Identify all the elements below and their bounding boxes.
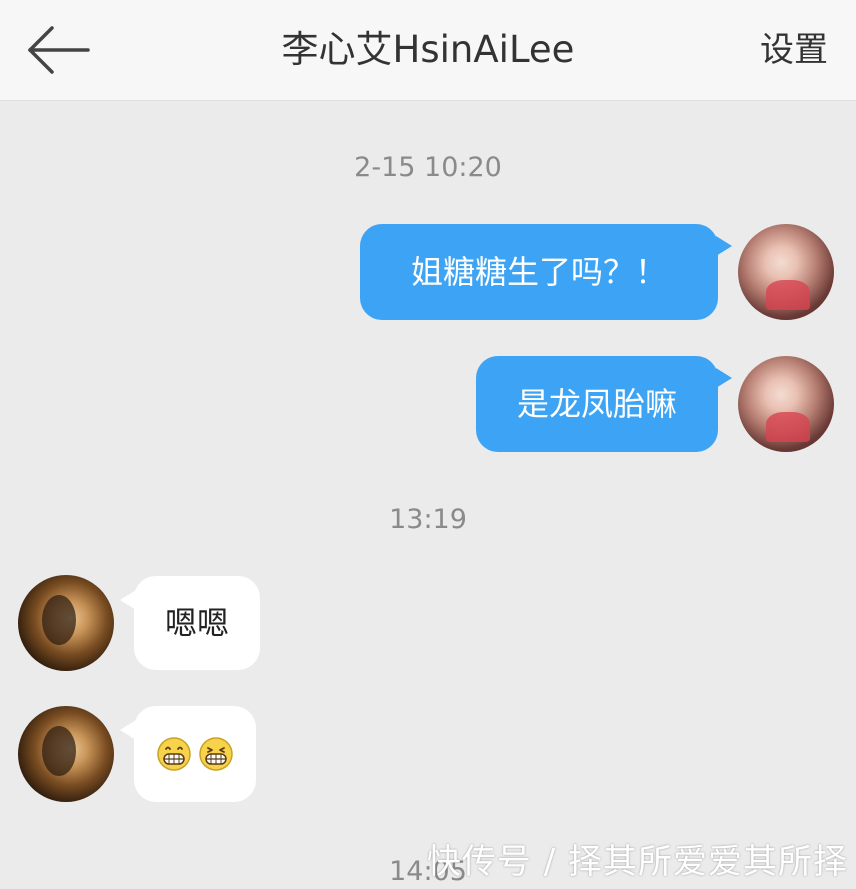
chat-title: 李心艾HsinAiLee (281, 28, 575, 71)
incoming-emoji-bubble[interactable] (120, 706, 256, 802)
message-text: 姐糖糖生了吗？！ (410, 253, 667, 291)
contact-avatar[interactable] (18, 575, 114, 671)
timestamp: 2-15 10:20 (354, 152, 502, 183)
timestamp: 13:19 (389, 504, 467, 535)
contact-avatar[interactable] (18, 706, 114, 802)
message-text: 是龙凤胎嘛 (516, 385, 677, 423)
watermark-text: 快传号 / 择其所爱爱其所择 (426, 842, 848, 882)
outgoing-message-bubble[interactable]: 姐糖糖生了吗？！ (360, 224, 732, 320)
grin-icon (199, 737, 233, 771)
self-avatar[interactable] (738, 224, 834, 320)
emoji-row (156, 736, 234, 772)
incoming-message-bubble[interactable]: 嗯嗯 (120, 576, 260, 670)
self-avatar[interactable] (738, 356, 834, 452)
outgoing-message-bubble[interactable]: 是龙凤胎嘛 (476, 356, 732, 452)
grin-icon (157, 737, 191, 771)
chat-header: 李心艾HsinAiLee 设置 (0, 0, 856, 101)
settings-button[interactable]: 设置 (760, 24, 828, 76)
message-text: 嗯嗯 (164, 604, 229, 642)
